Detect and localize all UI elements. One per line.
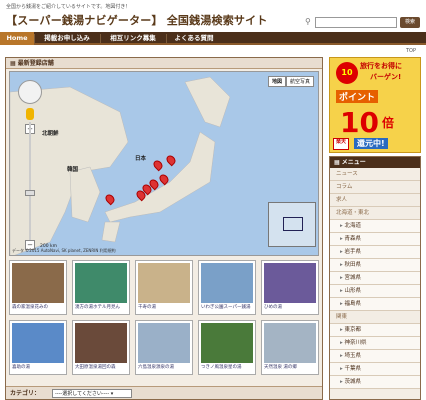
map-label-japan: 日本 <box>135 156 147 162</box>
grid-icon: ▦ <box>10 60 18 67</box>
store-photo[interactable] <box>12 263 64 303</box>
map-attribution[interactable]: データ ©2015 AutoNavi, SK planet, ZENRIN 利用… <box>12 248 116 254</box>
store-photo[interactable] <box>75 263 127 303</box>
store-photo[interactable] <box>138 263 190 303</box>
store-photo[interactable] <box>264 263 316 303</box>
pegman-icon[interactable] <box>26 108 34 120</box>
menu-item-column[interactable]: コラム <box>330 181 420 194</box>
latest-stores-heading: ▦ 最新登録店舗 <box>6 58 322 69</box>
main-panel: ▦ 最新登録店舗 地図 航空写真 + − 北朝鮮 韓国 日本 <box>5 57 323 400</box>
store-photo[interactable] <box>201 263 253 303</box>
category-select[interactable]: ----選択してください---- ▾ <box>52 389 132 398</box>
map[interactable]: 地図 航空写真 + − 北朝鮮 韓国 日本 200 km データ ©2015 A… <box>9 71 319 256</box>
menu-group-kanto[interactable]: 関東 <box>330 311 420 324</box>
nav-link-exchange[interactable]: 相互リンク募集 <box>102 32 164 45</box>
grid-icon: ▦ <box>334 159 342 166</box>
menu-item-ibaraki[interactable]: 茨城県 <box>330 376 420 389</box>
menu-item-tokyo[interactable]: 東京都 <box>330 324 420 337</box>
chevron-down-icon: ▾ <box>110 391 114 397</box>
store-name-link[interactable]: 千寿の湯 <box>138 304 192 310</box>
store-name-link[interactable]: 大田原温泉湯回の森 <box>75 364 129 370</box>
site-tagline: 全国から銭湯をご紹介しているサイトです。地図付き！ <box>6 4 131 10</box>
menu-group-hokkaido-tohoku[interactable]: 北海道・東北 <box>330 207 420 220</box>
search-icon: ⚲ <box>305 17 311 26</box>
zoom-slider-thumb[interactable] <box>25 190 35 196</box>
store-name-link[interactable]: 喜助の湯 <box>12 364 66 370</box>
store-name-link[interactable]: 森の家温泉花みの <box>12 304 66 310</box>
menu-item-saitama[interactable]: 埼玉県 <box>330 350 420 363</box>
map-label-north-korea: 北朝鮮 <box>42 131 59 137</box>
map-label-korea: 韓国 <box>67 167 79 173</box>
menu-item-chiba[interactable]: 千葉県 <box>330 363 420 376</box>
nav-divider <box>166 34 167 43</box>
rakuten-logo: 楽天 <box>333 138 349 150</box>
section-title: 最新登録店舗 <box>17 60 54 67</box>
ad-badge: 10 <box>336 62 358 84</box>
store-card[interactable]: 湧方の湯ホテル月見ん <box>72 260 130 315</box>
category-select-value: ----選択してください---- <box>55 391 110 397</box>
menu-item-jobs[interactable]: 求人 <box>330 194 420 207</box>
sidebar-menu: ▦ メニュー ニュース コラム 求人 北海道・東北 北海道 青森県 岩手県 秋田… <box>329 156 421 400</box>
store-photo[interactable] <box>75 323 127 363</box>
ad-multiplier-unit: 倍 <box>382 116 395 130</box>
menu-item-kanagawa[interactable]: 神奈川県 <box>330 337 420 350</box>
category-bar: カテゴリ： ----選択してください---- ▾ <box>6 386 322 399</box>
store-card[interactable]: 六島温泉源泉の湯 <box>135 320 193 375</box>
menu-item-fukushima[interactable]: 福島県 <box>330 298 420 311</box>
overview-viewport[interactable] <box>283 217 303 231</box>
menu-item-miyagi[interactable]: 宮城県 <box>330 272 420 285</box>
search-input[interactable] <box>315 17 397 28</box>
store-card[interactable]: いわぎ公園スーパー銭湯 <box>198 260 256 315</box>
menu-item-news[interactable]: ニュース <box>330 168 420 181</box>
store-photo[interactable] <box>201 323 253 363</box>
menu-item-hokkaido[interactable]: 北海道 <box>330 220 420 233</box>
zoom-slider[interactable] <box>29 122 31 242</box>
search-button[interactable]: 検索 <box>400 17 420 28</box>
store-card[interactable]: 天然温泉 湯の郷 <box>261 320 319 375</box>
store-photo[interactable] <box>12 323 64 363</box>
ad-return-text: 還元中! <box>354 138 388 149</box>
satellite-view-button[interactable]: 航空写真 <box>285 76 314 87</box>
nav-faq[interactable]: よくある質問 <box>168 32 220 45</box>
menu-heading: ▦ メニュー <box>330 157 420 168</box>
menu-item-aomori[interactable]: 青森県 <box>330 233 420 246</box>
store-card[interactable]: ひめの湯 <box>261 260 319 315</box>
ad-multiplier: 10 <box>340 106 379 139</box>
store-photo[interactable] <box>264 323 316 363</box>
top-link[interactable]: TOP <box>406 48 416 54</box>
ad-headline: 旅行をお得に <box>360 62 402 70</box>
nav-divider <box>34 34 35 43</box>
store-name-link[interactable]: 天然温泉 湯の郷 <box>264 364 318 370</box>
store-name-link[interactable]: 六島温泉源泉の湯 <box>138 364 192 370</box>
nav-home[interactable]: Home <box>0 32 34 45</box>
menu-title: メニュー <box>341 159 366 166</box>
store-name-link[interactable]: ひめの湯 <box>264 304 318 310</box>
store-name-link[interactable]: いわぎ公園スーパー銭湯 <box>201 304 255 310</box>
menu-item-iwate[interactable]: 岩手県 <box>330 246 420 259</box>
rakuten-banner-ad[interactable]: 10 旅行をお得に バーゲン! ポイント 10 倍 楽天 還元中! <box>329 57 421 153</box>
overview-map[interactable] <box>268 202 316 247</box>
category-label: カテゴリ： <box>10 390 41 397</box>
menu-item-akita[interactable]: 秋田県 <box>330 259 420 272</box>
map-view-button[interactable]: 地図 <box>267 76 286 87</box>
store-name-link[interactable]: つきノ風温泉星の湯 <box>201 364 255 370</box>
store-photo[interactable] <box>138 323 190 363</box>
ad-bargain-text: バーゲン! <box>370 73 402 81</box>
store-card[interactable]: つきノ風温泉星の湯 <box>198 320 256 375</box>
ad-point-label: ポイント <box>336 90 379 103</box>
store-card[interactable]: 大田原温泉湯回の森 <box>72 320 130 375</box>
site-title[interactable]: 【スーパー銭湯ナビゲーター】 全国銭湯検索サイト <box>6 12 268 28</box>
store-card[interactable]: 森の家温泉花みの <box>9 260 67 315</box>
store-name-link[interactable]: 湧方の湯ホテル月見ん <box>75 304 129 310</box>
store-card[interactable]: 喜助の湯 <box>9 320 67 375</box>
main-nav: Home 掲載お申し込み 相互リンク募集 よくある質問 <box>0 32 426 45</box>
pan-control[interactable] <box>18 80 42 104</box>
menu-item-yamagata[interactable]: 山形県 <box>330 285 420 298</box>
store-card[interactable]: 千寿の湯 <box>135 260 193 315</box>
nav-divider <box>100 34 101 43</box>
nav-apply[interactable]: 掲載お申し込み <box>36 32 98 45</box>
map-type-toggle: 地図 航空写真 <box>267 76 314 87</box>
